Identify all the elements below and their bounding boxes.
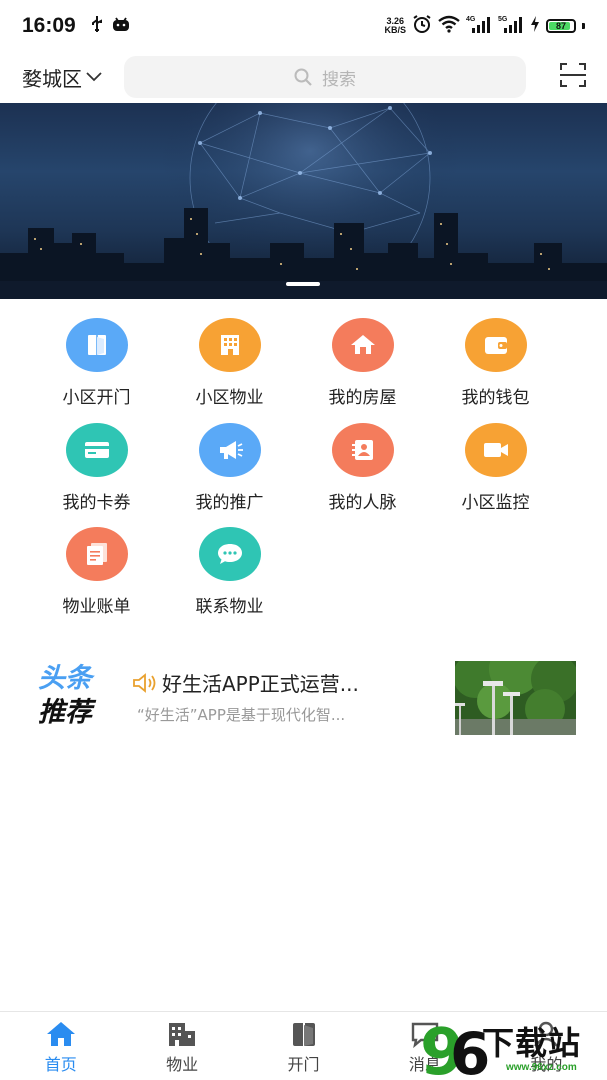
grid-item-label: 我的卡券 [62,492,131,513]
headline-title[interactable]: 好生活APP正式运营... [162,668,424,697]
speaker-icon [133,673,156,693]
header: 婺城区 搜索 [0,52,607,102]
headline-subtitle: “好生活”APP是基于现代化智... [137,706,346,724]
contacts-icon [331,422,394,477]
building-icon [169,1023,196,1046]
alarm-icon [412,14,432,38]
wifi-icon [438,15,460,37]
city-selector[interactable]: 婺城区 [22,63,102,92]
grid-item-label: 联系物业 [195,597,264,617]
chat-icon [198,527,261,581]
building-icon [198,318,261,372]
grid-item-label: 物业账单 [62,597,131,617]
watermark: 9 6 下载站 www.96xz.com [420,1014,607,1080]
grid-item[interactable]: 联系物业 [163,527,296,632]
charging-icon [530,15,540,37]
door-icon [65,318,128,372]
watermark-logo: 9 6 [420,1016,490,1080]
grid-item[interactable]: 我的房屋 [296,318,429,423]
grid-item[interactable]: 小区开门 [30,318,163,423]
chevron-down-icon [86,72,102,82]
headline-news[interactable]: 头条 推荐 好生活APP正式运营... “好生活”APP是基于现代化智... [0,660,607,740]
battery-tip [582,23,585,29]
grid-item-label: 小区监控 [461,492,530,513]
feature-grid: 小区开门 小区物业 我的房屋 我的钱包我的卡券 我的推广 我的人脉 小区监控物业账单 联系物业 [30,318,562,632]
tab-label: 开门 [287,1055,320,1074]
search-placeholder: 搜索 [322,69,356,90]
watermark-brand: 下载站 [482,1024,582,1062]
grid-item-label: 小区开门 [62,388,131,408]
wallet-icon [464,318,527,372]
megaphone-icon [198,422,261,477]
status-bar: 16:09 3.26 KB/S 4G 5G 87 [0,0,607,52]
city-label: 婺城区 [22,66,82,91]
grid-item[interactable]: 小区物业 [163,318,296,423]
search-input[interactable]: 搜索 [124,56,526,98]
signal-4g-icon: 4G [466,14,492,38]
bill-icon [65,527,128,581]
grid-item-label: 我的房屋 [328,388,397,408]
battery-text: 87 [555,21,566,31]
grid-item-label: 我的推广 [195,492,264,513]
network-speed: 3.26 KB/S [384,17,406,35]
grid-item[interactable]: 我的推广 [163,422,296,528]
grid-item[interactable]: 物业账单 [30,527,163,632]
tab-label: 首页 [44,1055,77,1074]
grid-item-label: 小区物业 [195,388,264,408]
headline-tag-line1: 头条 [38,663,92,694]
tab-home[interactable]: 首页 [0,1012,121,1080]
headline-thumbnail[interactable] [455,661,576,735]
carousel-indicator[interactable] [286,282,320,286]
signal-5g-icon: 5G [498,14,524,38]
banner-image [0,103,607,299]
camera-icon [464,422,527,477]
battery-icon: 87 [546,19,576,33]
card-icon [65,422,128,477]
usb-icon [90,15,104,37]
android-icon [112,16,130,36]
grid-item[interactable]: 我的人脉 [296,422,429,528]
grid-item[interactable]: 我的钱包 [429,318,562,423]
signal-4g-label: 4G [466,16,476,23]
headline-tag: 头条 推荐 [38,662,92,730]
house-icon [331,318,394,372]
status-right: 3.26 KB/S 4G 5G 87 [384,14,585,38]
grid-item-label: 我的人脉 [328,492,397,513]
tab-open-door[interactable]: 开门 [243,1012,364,1080]
signal-5g-label: 5G [498,16,508,23]
home-icon [46,1022,75,1046]
grid-item[interactable]: 我的卡券 [30,422,163,528]
watermark-url: www.96xz.com [506,1062,577,1073]
network-speed-unit: KB/S [384,25,406,35]
scan-icon [560,63,586,87]
headline-tag-line2: 推荐 [38,697,92,728]
thumbnail-image [455,661,576,735]
status-time: 16:09 [22,14,76,37]
scan-button[interactable] [559,62,587,92]
door-icon [292,1023,315,1046]
search-icon [294,68,312,86]
grid-item[interactable]: 小区监控 [429,422,562,528]
tab-label: 物业 [166,1055,199,1074]
banner-carousel[interactable] [0,103,607,299]
tab-property[interactable]: 物业 [121,1012,242,1080]
grid-item-label: 我的钱包 [461,388,530,408]
